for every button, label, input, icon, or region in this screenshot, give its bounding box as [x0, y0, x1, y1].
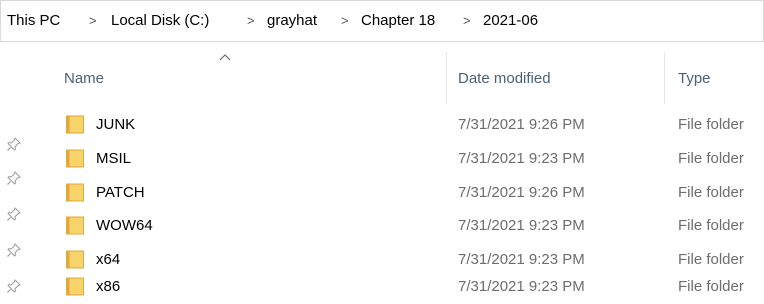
pin-icon[interactable]: [6, 242, 22, 258]
file-date-modified: 7/31/2021 9:26 PM: [458, 116, 585, 133]
chevron-right-icon[interactable]: >: [89, 12, 97, 30]
breadcrumb-local-disk[interactable]: Local Disk (C:): [111, 12, 209, 30]
breadcrumb-2021-06[interactable]: 2021-06: [483, 12, 538, 30]
folder-icon: [66, 183, 84, 202]
column-header-name[interactable]: Name: [64, 70, 104, 88]
folder-icon: [66, 115, 84, 134]
file-date-modified: 7/31/2021 9:23 PM: [458, 251, 585, 268]
file-date-modified: 7/31/2021 9:23 PM: [458, 278, 585, 295]
file-type: File folder: [678, 150, 744, 167]
sort-ascending-icon: [219, 54, 231, 61]
file-row[interactable]: PATCH 7/31/2021 9:26 PM File folder: [56, 176, 764, 210]
column-header-type[interactable]: Type: [678, 70, 711, 88]
file-row[interactable]: x86 7/31/2021 9:23 PM File folder: [56, 270, 764, 304]
address-bar[interactable]: This PC > Local Disk (C:) > grayhat > Ch…: [0, 0, 764, 42]
file-name: MSIL: [96, 150, 132, 167]
pin-icon[interactable]: [6, 206, 22, 222]
chevron-right-icon[interactable]: >: [247, 12, 255, 30]
folder-icon: [66, 250, 84, 269]
file-type: File folder: [678, 251, 744, 268]
column-divider[interactable]: [446, 52, 447, 104]
file-row[interactable]: JUNK 7/31/2021 9:26 PM File folder: [56, 108, 764, 142]
chevron-right-icon[interactable]: >: [463, 12, 471, 30]
folder-icon: [66, 216, 84, 235]
chevron-right-icon[interactable]: >: [341, 12, 349, 30]
folder-icon: [66, 149, 84, 168]
file-type: File folder: [678, 116, 744, 133]
breadcrumb-this-pc[interactable]: This PC: [7, 12, 60, 30]
pin-icon[interactable]: [6, 170, 22, 186]
column-divider[interactable]: [664, 52, 665, 104]
folder-icon: [66, 277, 84, 296]
file-type: File folder: [678, 217, 744, 234]
file-date-modified: 7/31/2021 9:23 PM: [458, 217, 585, 234]
file-name: WOW64: [96, 217, 153, 234]
file-row[interactable]: MSIL 7/31/2021 9:23 PM File folder: [56, 142, 764, 176]
file-name: x64: [96, 251, 121, 268]
file-name: JUNK: [96, 116, 136, 133]
file-name: PATCH: [96, 184, 145, 201]
file-date-modified: 7/31/2021 9:26 PM: [458, 184, 585, 201]
file-date-modified: 7/31/2021 9:23 PM: [458, 150, 585, 167]
pin-icon[interactable]: [6, 278, 22, 294]
file-row[interactable]: WOW64 7/31/2021 9:23 PM File folder: [56, 209, 764, 243]
pin-icon[interactable]: [6, 136, 22, 152]
breadcrumb-grayhat[interactable]: grayhat: [267, 12, 317, 30]
file-type: File folder: [678, 278, 744, 295]
column-header-date-modified[interactable]: Date modified: [458, 70, 551, 88]
breadcrumb-chapter-18[interactable]: Chapter 18: [361, 12, 435, 30]
file-explorer-window: This PC > Local Disk (C:) > grayhat > Ch…: [0, 0, 764, 304]
file-name: x86: [96, 278, 121, 295]
file-type: File folder: [678, 184, 744, 201]
